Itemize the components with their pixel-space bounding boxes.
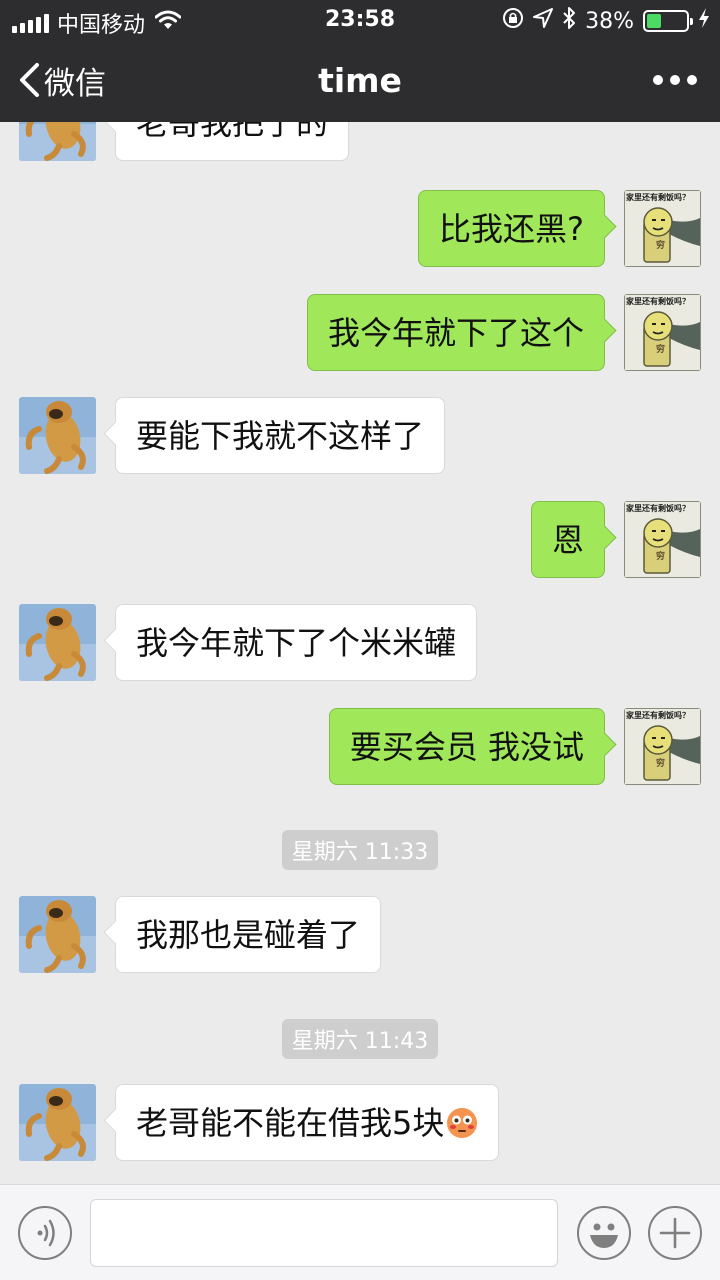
contact-avatar[interactable] [19, 604, 96, 681]
timestamp-label: 星期六 11:33 [281, 830, 439, 870]
message-bubble[interactable]: 我今年就下了这个 [306, 294, 605, 371]
location-icon [533, 8, 554, 34]
message-bubble[interactable]: 老哥能不能在借我5块 [115, 1084, 500, 1161]
message-outgoing: 家里还有剩饭吗？ 穷 我今年就下了这个 [0, 294, 720, 372]
message-incoming: 我那也是碰着了 [0, 896, 720, 974]
timestamp-label: 星期六 11:43 [281, 1019, 439, 1059]
message-outgoing: 家里还有剩饭吗？ 穷 比我还黑? [0, 190, 720, 268]
chat-title: time [318, 61, 402, 100]
contact-avatar[interactable] [19, 397, 96, 474]
emoji-icon [590, 1223, 618, 1248]
contact-avatar[interactable] [19, 896, 96, 973]
voice-button[interactable] [18, 1206, 72, 1260]
message-outgoing: 家里还有剩饭吗？ 穷 要买会员 我没试 [0, 708, 720, 786]
battery-icon [643, 10, 693, 32]
back-label: 微信 [44, 65, 106, 102]
my-avatar[interactable]: 家里还有剩饭吗？ 穷 [624, 294, 701, 371]
message-bubble[interactable]: 我那也是碰着了 [115, 896, 382, 973]
chevron-left-icon [20, 63, 39, 97]
message-outgoing: 家里还有剩饭吗？ 穷 恩 [0, 501, 720, 579]
message-bubble[interactable]: 老哥我把了的 [115, 122, 350, 161]
timestamp: 星期六 11:43 [0, 1019, 720, 1059]
timestamp: 星期六 11:33 [0, 830, 720, 870]
back-button[interactable]: 微信 [18, 58, 106, 102]
message-bubble[interactable]: 比我还黑? [418, 190, 605, 267]
charging-icon [698, 7, 710, 35]
my-avatar[interactable]: 家里还有剩饭吗？ 穷 [624, 501, 701, 578]
message-list[interactable]: 老哥我把了的 家里还有剩饭吗？ 穷 比我还黑? 家里还有剩饭吗？ 穷 我今年就下… [0, 122, 720, 1184]
meme-caption: 家里还有剩饭吗？ [626, 296, 690, 306]
message-incoming: 老哥能不能在借我5块 [0, 1084, 720, 1162]
message-incoming: 要能下我就不这样了 [0, 397, 720, 475]
message-bubble[interactable]: 恩 [530, 501, 605, 578]
message-text: 老哥能不能在借我5块 [136, 1104, 445, 1142]
meme-label: 穷 [656, 239, 665, 251]
battery-fill [647, 14, 662, 28]
meme-caption: 家里还有剩饭吗？ [626, 192, 690, 202]
emoji-button[interactable] [577, 1206, 631, 1260]
more-button[interactable] [650, 62, 700, 98]
contact-avatar[interactable] [19, 1084, 96, 1161]
voice-icon [37, 1219, 55, 1247]
battery-percent: 38% [585, 8, 634, 34]
my-avatar[interactable]: 家里还有剩饭吗？ 穷 [624, 708, 701, 785]
message-incoming: 老哥我把了的 [0, 122, 720, 162]
plus-icon [659, 1217, 691, 1249]
meme-caption: 家里还有剩饭吗？ [626, 503, 690, 513]
meme-label: 穷 [656, 343, 665, 355]
meme-label: 穷 [656, 757, 665, 769]
status-bar: 中国移动 23:58 38% [0, 0, 720, 40]
message-incoming: 我今年就下了个米米罐 [0, 604, 720, 682]
my-avatar[interactable]: 家里还有剩饭吗？ 穷 [624, 190, 701, 267]
message-bubble[interactable]: 要买会员 我没试 [328, 708, 605, 785]
lock-rotation-icon [502, 7, 524, 35]
message-bubble[interactable]: 要能下我就不这样了 [115, 397, 446, 474]
meme-label: 穷 [656, 550, 665, 562]
nav-bar: 微信 time [0, 40, 720, 122]
flushed-face-icon [447, 1108, 478, 1138]
message-bubble[interactable]: 我今年就下了个米米罐 [115, 604, 478, 681]
status-right: 38% [502, 6, 710, 36]
bluetooth-icon [562, 6, 576, 36]
meme-caption: 家里还有剩饭吗？ [626, 710, 690, 720]
message-input[interactable] [90, 1199, 558, 1267]
more-icon [653, 75, 697, 85]
input-bar [0, 1184, 720, 1280]
contact-avatar[interactable] [19, 122, 96, 161]
plus-button[interactable] [648, 1206, 702, 1260]
